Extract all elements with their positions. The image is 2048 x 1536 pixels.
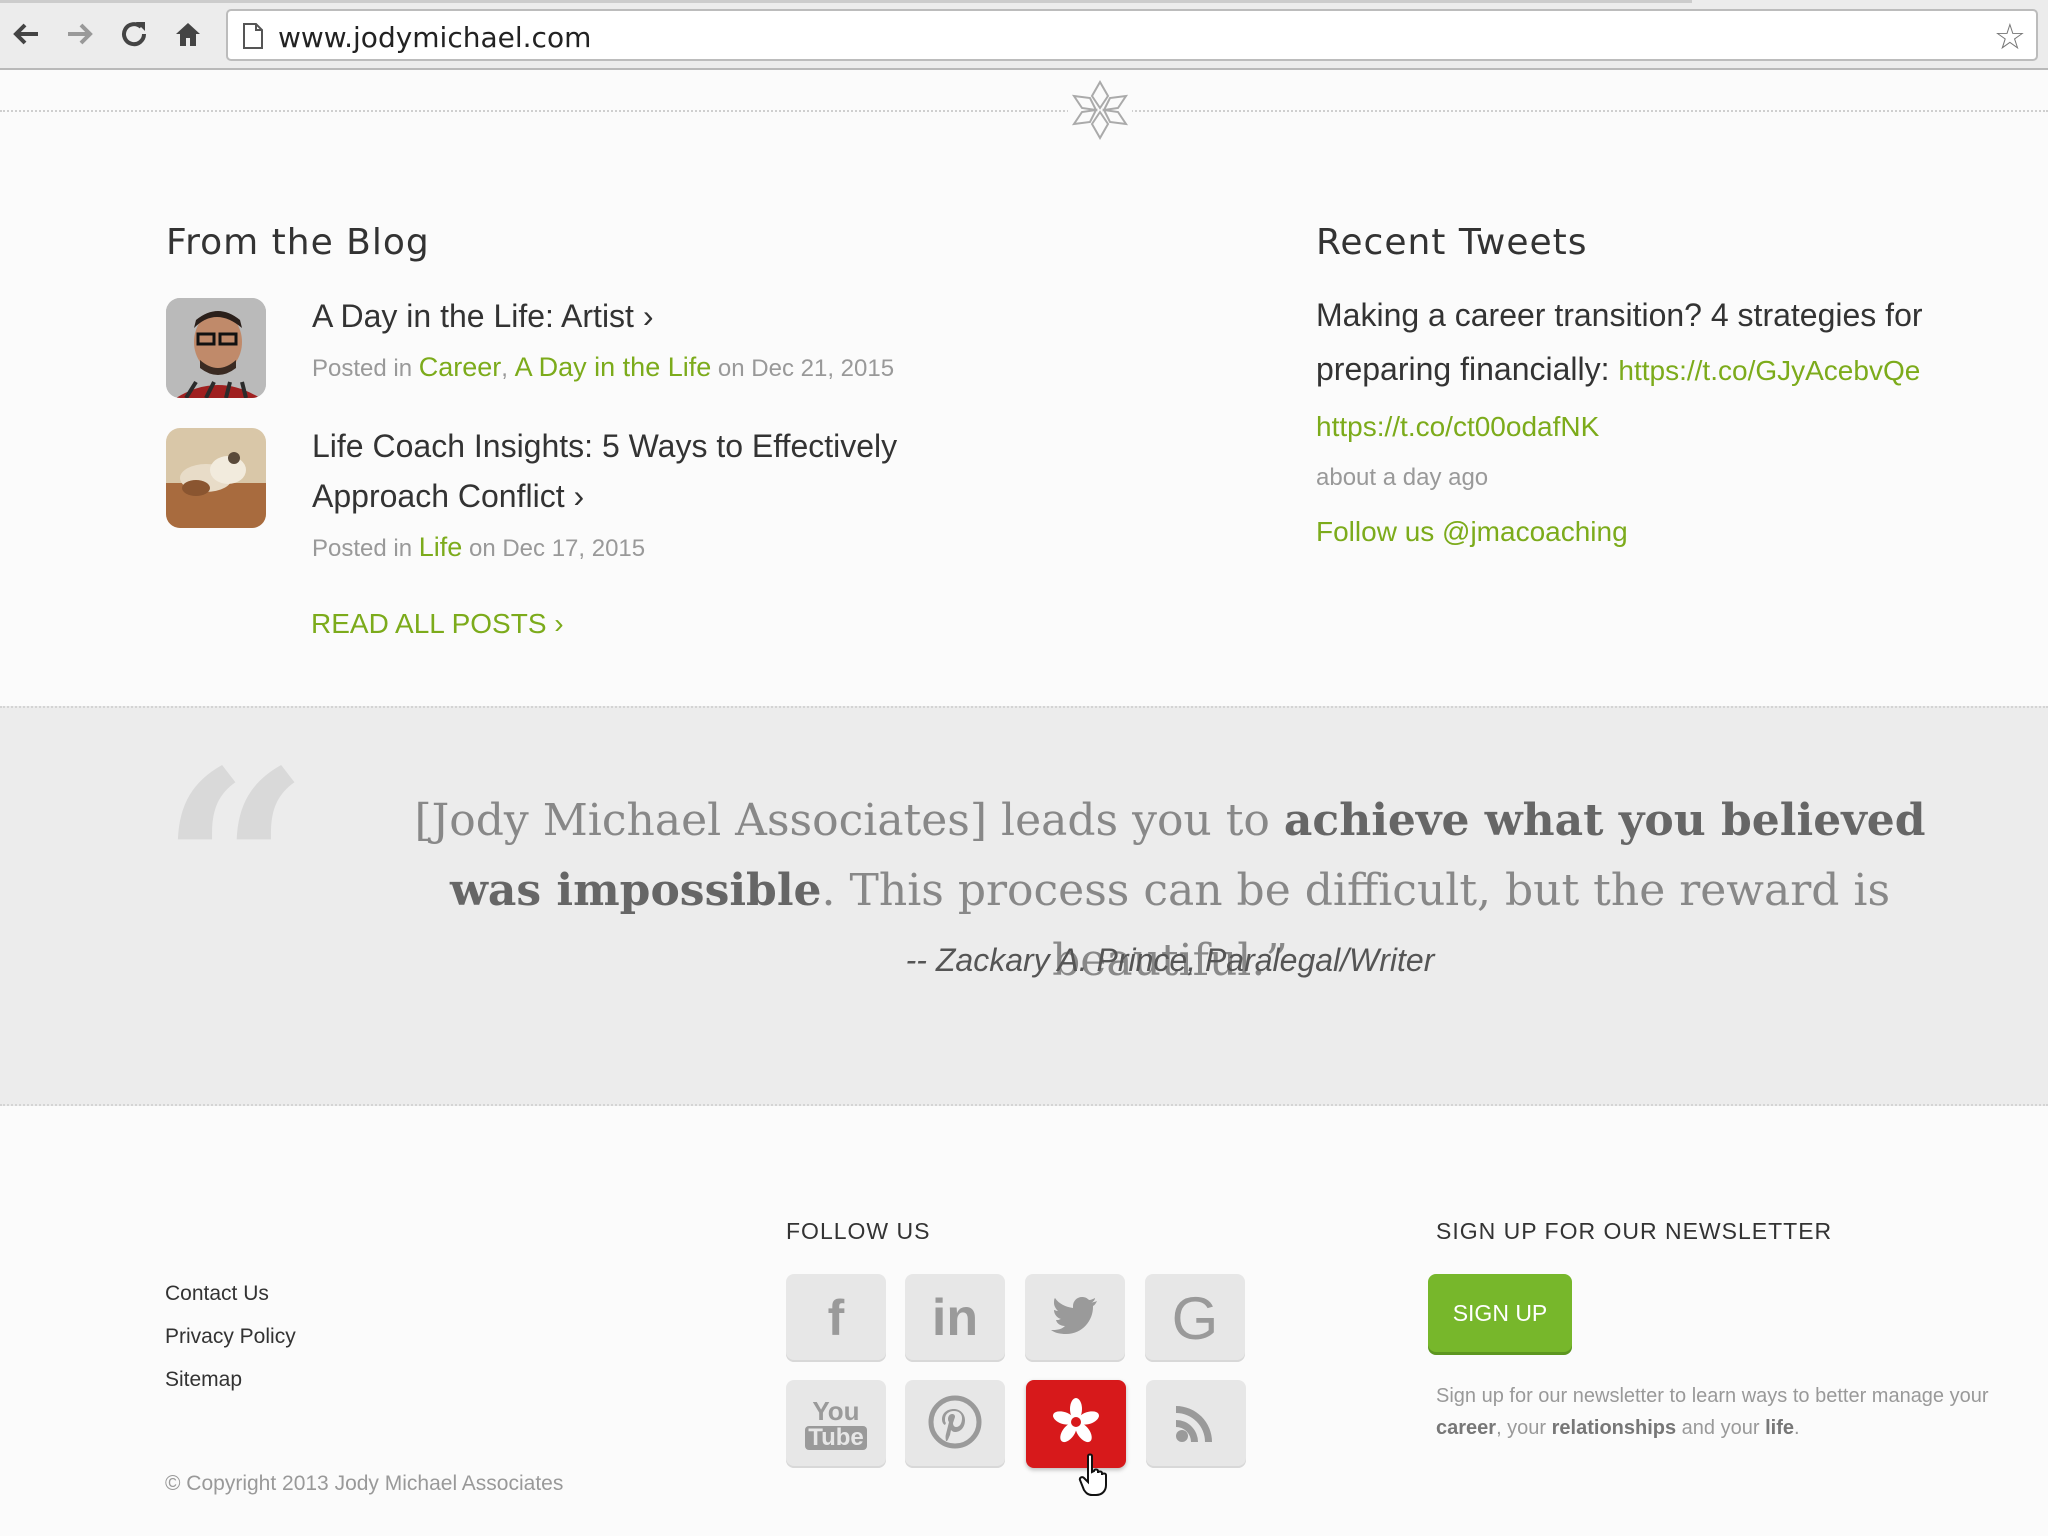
tweet-text: Making a career transition? 4 strategies… — [1316, 288, 1996, 454]
bookmark-star-icon[interactable]: ☆ — [1994, 16, 2026, 58]
youtube-button[interactable]: You Tube — [786, 1380, 886, 1468]
post-date: Dec 21, 2015 — [751, 355, 895, 382]
date-prefix: on — [717, 355, 745, 382]
footer-link-privacy[interactable]: Privacy Policy — [165, 1325, 296, 1349]
follow-twitter-link[interactable]: Follow us @jmacoaching — [1316, 516, 1628, 548]
tweet-link-1[interactable]: https://t.co/GJyAcebvQe — [1618, 355, 1920, 386]
hand-cursor-icon — [1078, 1452, 1114, 1503]
rss-button[interactable] — [1146, 1380, 1246, 1468]
youtube-icon-top: You — [812, 1396, 860, 1426]
footer-link-contact[interactable]: Contact Us — [165, 1282, 269, 1306]
category-separator: , — [501, 355, 508, 382]
divider — [0, 110, 2048, 112]
twitter-icon — [1051, 1296, 1099, 1341]
newsletter-description: Sign up for our newsletter to learn ways… — [1436, 1380, 1996, 1444]
post-title-artist[interactable]: A Day in the Life: Artist › — [312, 291, 653, 341]
post-meta-artist: Posted in Career, A Day in the Life on D… — [312, 352, 894, 383]
pinterest-button[interactable] — [905, 1380, 1005, 1468]
google-button[interactable]: G — [1145, 1274, 1245, 1362]
post-date: Dec 17, 2015 — [502, 535, 646, 562]
date-prefix: on — [468, 535, 496, 562]
loading-progress-bar — [0, 0, 1692, 3]
posted-in-label: Posted in — [312, 355, 413, 382]
signup-desc-text-3: and your — [1676, 1417, 1766, 1439]
quote-mark-icon: “ — [160, 715, 310, 1020]
read-all-posts-link[interactable]: READ ALL POSTS › — [311, 608, 564, 640]
tweets-section-title: Recent Tweets — [1316, 222, 1588, 263]
linkedin-icon: in — [931, 1289, 979, 1347]
sign-up-button[interactable]: SIGN UP — [1428, 1274, 1572, 1352]
back-icon[interactable] — [6, 14, 46, 54]
url-text: www.jodymichael.com — [278, 21, 592, 54]
google-icon: G — [1171, 1284, 1219, 1352]
forward-icon[interactable] — [60, 14, 100, 54]
signup-desc-life: life — [1765, 1417, 1794, 1439]
blog-section-title: From the Blog — [166, 222, 430, 263]
copyright-text: © Copyright 2013 Jody Michael Associates — [165, 1472, 564, 1495]
reload-icon[interactable] — [114, 14, 154, 54]
tweet-line2: preparing financially: — [1316, 351, 1610, 387]
linkedin-button[interactable]: in — [905, 1274, 1005, 1362]
posted-in-label: Posted in — [312, 535, 413, 562]
post-meta-conflict: Posted in Life on Dec 17, 2015 — [312, 532, 645, 563]
browser-toolbar: www.jodymichael.com ☆ — [0, 0, 2048, 70]
signup-desc-career: career — [1436, 1417, 1497, 1439]
home-icon[interactable] — [168, 14, 208, 54]
tweet-link-2[interactable]: https://t.co/ct00odafNK — [1316, 411, 1599, 442]
post-title-conflict-line1[interactable]: Life Coach Insights: 5 Ways to Effective… — [312, 421, 897, 471]
signup-desc-relationships: relationships — [1551, 1417, 1677, 1439]
pinterest-icon — [928, 1395, 982, 1454]
yelp-icon — [1051, 1397, 1101, 1452]
facebook-icon: f — [827, 1290, 845, 1346]
tweet-line1: Making a career transition? 4 strategies… — [1316, 297, 1923, 333]
tweet-timestamp: about a day ago — [1316, 464, 1489, 491]
follow-us-heading: FOLLOW US — [786, 1218, 931, 1244]
signup-desc-text-4: . — [1793, 1417, 1800, 1439]
youtube-icon: You Tube — [805, 1398, 867, 1450]
quote-part1: [Jody Michael Associates] leads you to — [414, 795, 1284, 846]
flower-ornament-icon — [1068, 78, 1132, 142]
page-icon — [242, 22, 264, 55]
signup-desc-text-1: Sign up for our newsletter to learn ways… — [1436, 1385, 1989, 1407]
address-bar[interactable]: www.jodymichael.com ☆ — [226, 9, 2038, 61]
newsletter-heading: SIGN UP FOR OUR NEWSLETTER — [1436, 1218, 1833, 1244]
signup-desc-text-2: , your — [1496, 1417, 1552, 1439]
twitter-button[interactable] — [1025, 1274, 1125, 1362]
post-title-conflict-line2[interactable]: Approach Conflict › — [312, 471, 584, 521]
footer-link-sitemap[interactable]: Sitemap — [165, 1368, 242, 1392]
facebook-button[interactable]: f — [786, 1274, 886, 1362]
testimonial-author: -- Zackary A. Prince, Paralegal/Writer — [905, 942, 1435, 978]
youtube-icon-bottom: Tube — [805, 1426, 867, 1450]
category-link-life[interactable]: Life — [419, 532, 463, 562]
post-thumbnail-artist[interactable] — [166, 298, 266, 398]
post-thumbnail-conflict[interactable] — [166, 428, 266, 528]
category-link-career[interactable]: Career — [419, 352, 502, 382]
category-link-day-in-life[interactable]: A Day in the Life — [515, 352, 712, 382]
rss-icon — [1172, 1398, 1220, 1451]
